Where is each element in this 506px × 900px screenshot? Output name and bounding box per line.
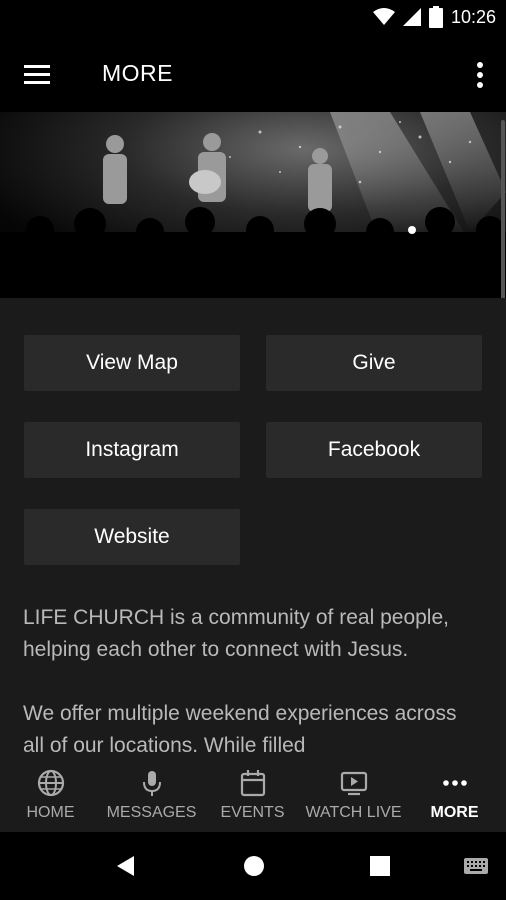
tab-watch-live[interactable]: WATCH LIVE [303, 760, 404, 832]
overflow-menu-icon[interactable] [470, 60, 490, 90]
tv-play-icon [340, 771, 367, 796]
microphone-icon [142, 771, 161, 796]
calendar-icon [240, 770, 265, 797]
more-dots-icon [442, 780, 467, 786]
globe-icon [37, 769, 64, 797]
battery-icon [428, 6, 443, 28]
view-map-button[interactable]: View Map [24, 335, 240, 391]
description-paragraph-2: We offer multiple weekend experiences ac… [23, 702, 457, 757]
tab-home-label: HOME [26, 804, 75, 821]
tab-watch-live-label: WATCH LIVE [305, 804, 402, 821]
back-icon[interactable] [114, 854, 138, 878]
facebook-button[interactable]: Facebook [266, 422, 482, 478]
status-icons: 10:26 [372, 6, 496, 28]
tab-more-label: MORE [430, 804, 479, 821]
website-button[interactable]: Website [24, 509, 240, 565]
concert-stage-photo [0, 112, 506, 298]
app-bar: MORE [0, 36, 506, 112]
instagram-button[interactable]: Instagram [24, 422, 240, 478]
tab-messages-label: MESSAGES [106, 804, 197, 821]
system-nav-bar [0, 832, 506, 900]
content-area: View Map Give Instagram Facebook Website… [0, 298, 506, 760]
recents-icon[interactable] [369, 855, 391, 877]
tab-more[interactable]: MORE [404, 760, 505, 832]
tab-events-label: EVENTS [220, 804, 285, 821]
keyboard-icon[interactable] [464, 858, 488, 874]
page-title: MORE [102, 60, 173, 86]
cell-signal-icon [402, 8, 421, 26]
tab-events[interactable]: EVENTS [202, 760, 303, 832]
tab-messages[interactable]: MESSAGES [101, 760, 202, 832]
clock: 10:26 [450, 6, 496, 27]
hamburger-menu-icon[interactable] [22, 60, 52, 90]
give-button[interactable]: Give [266, 335, 482, 391]
home-icon[interactable] [242, 854, 266, 878]
wifi-icon [372, 8, 395, 25]
hero-image [0, 112, 506, 298]
tab-home[interactable]: HOME [0, 760, 101, 832]
status-bar: 10:26 [0, 0, 506, 36]
bottom-tab-bar: HOME MESSAGES EVENTS WATCH LIVE MORE [0, 760, 506, 832]
description-paragraph-1: LIFE CHURCH is a community of real peopl… [23, 606, 449, 661]
scrollbar[interactable] [501, 120, 505, 300]
